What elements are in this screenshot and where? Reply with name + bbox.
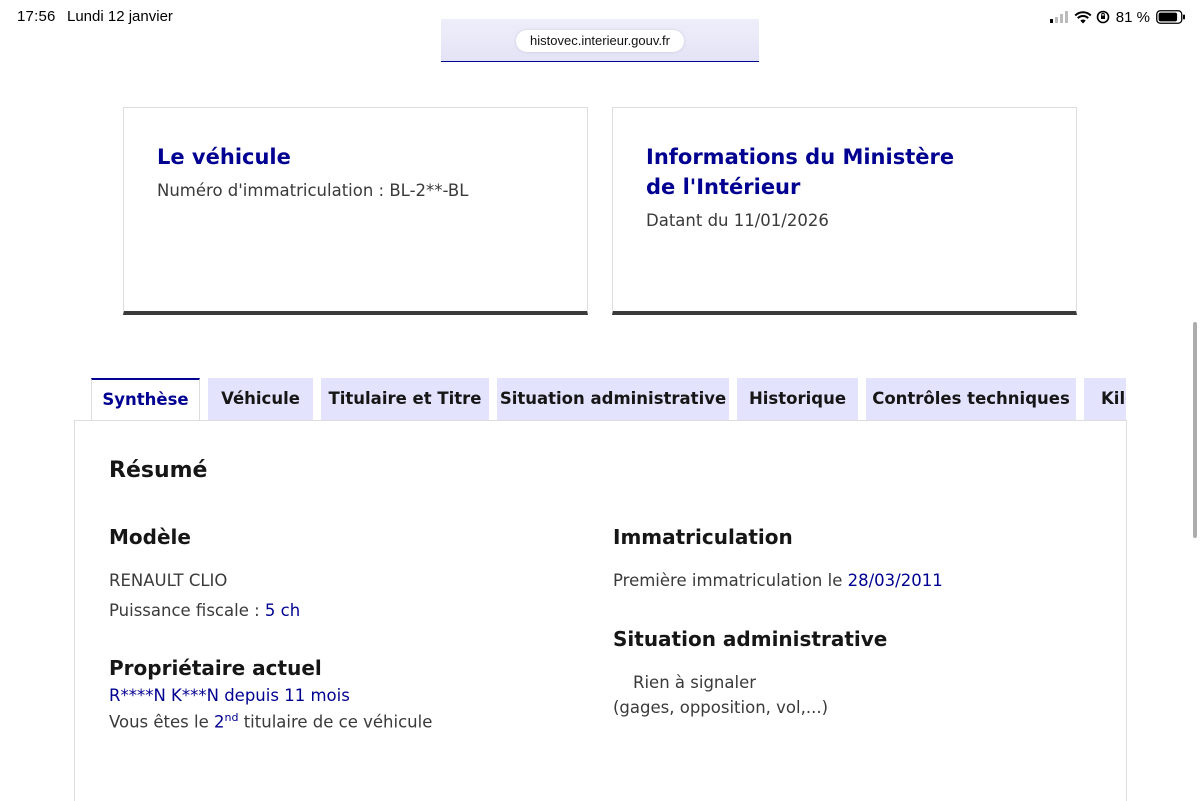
cellular-signal-icon [1049,11,1068,23]
tab-synthese[interactable]: Synthèse [91,378,200,421]
battery-percentage: 81 % [1115,8,1150,26]
owner-rank: Vous êtes le 2nd titulaire de ce véhicul… [109,711,432,732]
synthese-panel: Résumé Modèle RENAULT CLIO Puissance fis… [74,420,1127,801]
url-bar[interactable]: histovec.interieur.gouv.fr [516,30,684,52]
tab-bar: Synthèse Véhicule Titulaire et Titre Sit… [0,378,1126,421]
tab-situation-administrative[interactable]: Situation administrative [497,378,729,420]
tab-vehicule[interactable]: Véhicule [208,378,313,420]
owner-rank-suffix: titulaire de ce véhicule [238,712,433,732]
orientation-lock-icon [1096,10,1110,24]
model-heading: Modèle [109,525,191,549]
wifi-icon [1074,10,1092,23]
data-date: Datant du 11/01/2026 [646,211,829,230]
ministry-card: Informations du Ministère de l'Intérieur… [612,107,1077,315]
owner-since-label: depuis [218,686,285,705]
status-time: 17:56 [17,8,56,25]
tab-historique[interactable]: Historique [737,378,858,420]
owner-rank-number: 2 [214,712,225,732]
owner-name: R****N K***N [109,686,219,705]
tab-titulaire-et-titre[interactable]: Titulaire et Titre [321,378,489,420]
ministry-card-title: Informations du Ministère de l'Intérieur [646,145,955,199]
vehicle-card-title: Le véhicule [157,145,291,169]
admin-status-value: Rien à signaler [633,673,757,692]
owner-since-value: 11 mois [284,686,350,705]
fiscal-power-label: Puissance fiscale : [109,601,265,620]
fiscal-power-value: 5 ch [264,601,301,620]
owner-rank-suffix-sup: nd [224,711,239,724]
owner-info: R****N K***N depuis 11 mois [109,686,350,705]
fiscal-power: Puissance fiscale : 5 ch [109,601,300,620]
model-name: RENAULT CLIO [109,571,228,590]
owner-heading: Propriétaire actuel [109,656,322,680]
admin-status-detail: (gages, opposition, vol,...) [613,698,829,717]
first-registration: Première immatriculation le 28/03/2011 [613,571,943,590]
registration-number: Numéro d'immatriculation : BL-2**-BL [157,181,469,200]
first-registration-label: Première immatriculation le [613,571,848,590]
admin-status-heading: Situation administrative [613,627,888,651]
tab-controles-techniques[interactable]: Contrôles techniques [866,378,1076,420]
owner-rank-prefix: Vous êtes le [109,712,214,732]
vehicle-card: Le véhicule Numéro d'immatriculation : B… [123,107,588,315]
battery-icon [1156,10,1185,24]
status-date: Lundi 12 janvier [67,8,173,25]
first-registration-date: 28/03/2011 [847,571,943,590]
status-indicators: 81 % [1049,7,1186,27]
registration-heading: Immatriculation [613,525,793,549]
tab-kilometrage[interactable]: Kilo [1084,378,1126,420]
summary-title: Résumé [109,458,208,483]
scroll-indicator[interactable] [1193,322,1197,538]
